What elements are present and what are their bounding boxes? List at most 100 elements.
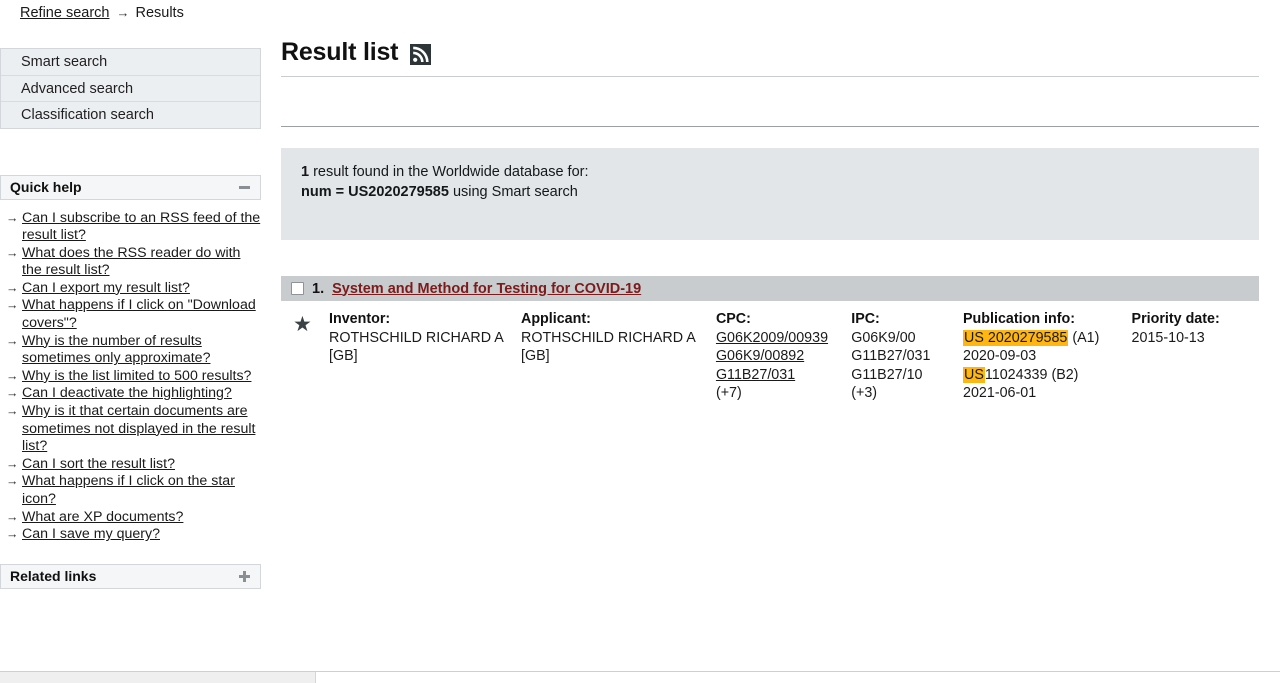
- publication-kind: (B2): [1051, 366, 1079, 383]
- cpc-code-link[interactable]: G06K9/00892: [716, 348, 804, 364]
- inventor-column: Inventor: ROTHSCHILD RICHARD A [GB]: [329, 310, 521, 403]
- search-query: num = US2020279585: [301, 184, 449, 200]
- list-item: → Can I export my result list?: [0, 280, 261, 298]
- applicant-column: Applicant: ROTHSCHILD RICHARD A [GB]: [521, 310, 716, 403]
- breadcrumb-refine-search-link[interactable]: Refine search: [20, 5, 109, 21]
- summary-line-2: num = US2020279585 using Smart search: [301, 182, 1259, 202]
- quick-help-panel-header[interactable]: Quick help: [0, 174, 261, 200]
- search-mode-nav: Smart search Advanced search Classificat…: [0, 48, 261, 129]
- publication-country-highlighted: US: [963, 366, 985, 383]
- list-item: → What happens if I click on "Download co…: [0, 297, 261, 332]
- arrow-right-icon: →: [6, 210, 19, 225]
- applicant-value: ROTHSCHILD RICHARD A [GB]: [521, 329, 695, 365]
- result-toolbar: Select all (0/1) Compact Export ( CSV | …: [281, 77, 1259, 203]
- cpc-code: G06K9/00892: [716, 347, 837, 366]
- quick-help-link[interactable]: Why is the number of results sometimes o…: [22, 333, 210, 367]
- result-row-header: 1. System and Method for Testing for COV…: [281, 276, 1259, 301]
- list-item: → What are XP documents?: [0, 509, 261, 527]
- result-select-checkbox[interactable]: [291, 282, 304, 295]
- breadcrumb: Refine search → Results: [20, 4, 184, 22]
- quick-help-link[interactable]: What are XP documents?: [22, 509, 183, 525]
- toolbar-divider-rule: [281, 126, 1259, 127]
- quick-help-link[interactable]: What happens if I click on "Download cov…: [22, 297, 256, 331]
- publication-date: 2021-06-01: [963, 385, 1037, 402]
- result-detail: ★ Inventor: ROTHSCHILD RICHARD A [GB] Ap…: [281, 310, 1259, 403]
- quick-help-link[interactable]: What does the RSS reader do with the res…: [22, 245, 240, 279]
- list-item: → Can I deactivate the highlighting?: [0, 385, 261, 403]
- summary-line-1: 1 result found in the Worldwide database…: [301, 162, 1259, 182]
- list-item: → Why is the number of results sometimes …: [0, 333, 261, 368]
- arrow-right-icon: →: [6, 368, 19, 383]
- related-links-title: Related links: [10, 568, 97, 585]
- quick-help-link[interactable]: Can I subscribe to an RSS feed of the re…: [22, 210, 260, 244]
- cpc-more-count[interactable]: (+7): [716, 384, 837, 403]
- arrow-right-icon: →: [6, 527, 19, 542]
- sidebar: Smart search Advanced search Classificat…: [0, 48, 261, 589]
- breadcrumb-arrow-icon: →: [116, 5, 130, 20]
- inventor-value: ROTHSCHILD RICHARD A [GB]: [329, 329, 503, 365]
- result-count: 1: [301, 164, 310, 180]
- publication-number-highlighted: US 2020279585: [963, 329, 1069, 346]
- cpc-code-link[interactable]: G06K2009/00939: [716, 330, 828, 346]
- page-title: Result list: [281, 38, 399, 66]
- cpc-code-link[interactable]: G11B27/031: [716, 367, 795, 383]
- publication-info-header: Publication info:: [963, 311, 1075, 327]
- arrow-right-icon: →: [6, 280, 19, 295]
- publication-entry: US 2020279585 (A1): [963, 329, 1118, 348]
- ipc-code: G06K9/00: [851, 329, 916, 346]
- quick-help-link[interactable]: Can I export my result list?: [22, 280, 190, 296]
- cpc-header: CPC:: [715, 311, 751, 327]
- ipc-code: G11B27/031: [851, 348, 931, 365]
- arrow-right-icon: →: [6, 298, 19, 313]
- publication-kind: (A1): [1072, 329, 1100, 346]
- collapse-minus-icon[interactable]: [237, 180, 252, 195]
- related-links-panel-header[interactable]: Related links: [0, 563, 261, 589]
- arrow-right-icon: →: [6, 245, 19, 260]
- arrow-right-icon: →: [6, 456, 19, 471]
- ipc-code: G11B27/10: [851, 366, 923, 383]
- cpc-column: CPC: G06K2009/00939 G06K9/00892 G11B27/0…: [716, 310, 851, 403]
- favourite-star-icon[interactable]: ★: [293, 314, 312, 335]
- result-title-link[interactable]: System and Method for Testing for COVID-…: [332, 281, 641, 297]
- sidebar-item-smart-search[interactable]: Smart search: [1, 49, 260, 76]
- publication-date: 2020-09-03: [963, 348, 1037, 365]
- quick-help-link[interactable]: Can I save my query?: [22, 526, 160, 542]
- expand-plus-icon[interactable]: [237, 569, 252, 584]
- main-content: Result list Select all (0/1) Compact: [281, 0, 1280, 683]
- list-item: → Can I save my query?: [0, 526, 261, 544]
- arrow-right-icon: →: [6, 386, 19, 401]
- priority-date-header: Priority date:: [1131, 311, 1220, 327]
- inventor-header: Inventor:: [329, 311, 391, 327]
- list-item: → Why is the list limited to 500 results?: [0, 368, 261, 386]
- ipc-more-count[interactable]: (+3): [851, 384, 949, 403]
- quick-help-title: Quick help: [10, 179, 82, 195]
- list-item: → Can I sort the result list?: [0, 456, 261, 474]
- applicant-header: Applicant:: [521, 311, 591, 327]
- quick-help-link[interactable]: What happens if I click on the star icon…: [22, 473, 235, 507]
- ipc-column: IPC: G06K9/00 G11B27/031 G11B27/10 (+3): [851, 310, 963, 403]
- result-index: 1.: [312, 280, 325, 297]
- arrow-right-icon: →: [6, 474, 19, 489]
- quick-help-link[interactable]: Can I sort the result list?: [22, 456, 175, 472]
- sidebar-item-advanced-search[interactable]: Advanced search: [1, 75, 260, 102]
- horizontal-scrollbar-thumb[interactable]: [0, 672, 316, 683]
- list-item: → Can I subscribe to an RSS feed of the r…: [0, 210, 261, 245]
- rss-icon[interactable]: [410, 44, 432, 65]
- breadcrumb-current-results: Results: [135, 5, 184, 21]
- summary-search-mode: using Smart search: [448, 184, 578, 200]
- quick-help-link[interactable]: Can I deactivate the highlighting?: [22, 385, 232, 401]
- publication-entry: US11024339 (B2): [963, 366, 1118, 385]
- quick-help-link-list: → Can I subscribe to an RSS feed of the r…: [0, 210, 261, 544]
- search-summary: 1 result found in the Worldwide database…: [281, 148, 1259, 240]
- quick-help-link[interactable]: Why is the list limited to 500 results?: [22, 368, 251, 384]
- list-item: → What does the RSS reader do with the re…: [0, 245, 261, 280]
- arrow-right-icon: →: [6, 333, 19, 348]
- ipc-header: IPC:: [851, 311, 880, 327]
- horizontal-scrollbar[interactable]: [0, 671, 1280, 683]
- quick-help-link[interactable]: Why is it that certain documents are som…: [22, 403, 255, 454]
- publication-country: US: [964, 329, 984, 346]
- publication-number: 11024339: [984, 366, 1048, 383]
- publication-number: 2020279585: [987, 329, 1068, 346]
- summary-text: result found in the Worldwide database f…: [309, 164, 589, 180]
- sidebar-item-classification-search[interactable]: Classification search: [1, 102, 260, 129]
